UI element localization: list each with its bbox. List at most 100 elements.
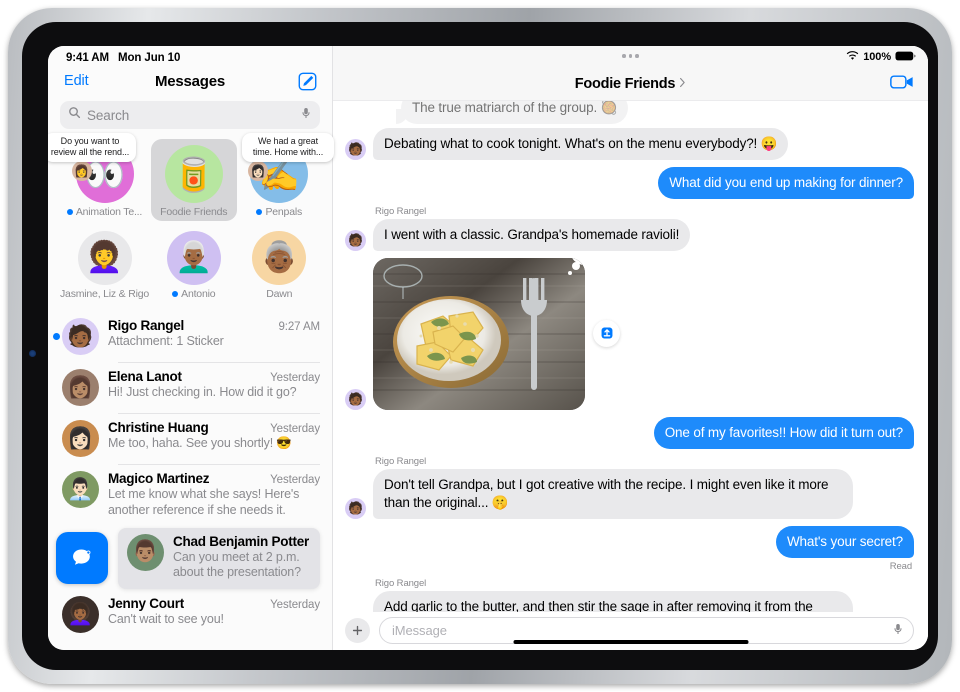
- conversation-timestamp: Yesterday: [270, 423, 320, 435]
- microphone-icon[interactable]: [892, 622, 904, 640]
- conversation-timestamp: Yesterday: [270, 372, 320, 384]
- message-bubble[interactable]: What's your secret?: [775, 525, 920, 558]
- plus-icon[interactable]: [345, 618, 370, 643]
- conversation-timestamp: Yesterday: [270, 474, 320, 486]
- message-row: 🧑🏾 💗: [345, 257, 914, 410]
- conversation-body: Magico Martinez Yesterday Let me know what…: [108, 471, 320, 519]
- home-indicator[interactable]: [513, 639, 748, 644]
- avatar: 👩‍🦱: [77, 231, 132, 285]
- pinned-label: Penpals: [265, 206, 303, 218]
- sidebar-navigation-bar: Edit Messages: [48, 67, 332, 99]
- conversation-preview: Hi! Just checking in. How did it go?: [108, 385, 297, 399]
- conversation-name: Elena Lanot: [108, 369, 182, 384]
- avatar: 🧑🏾: [345, 388, 366, 410]
- save-to-photos-icon[interactable]: [593, 319, 620, 347]
- conversation-body: Christine Huang Yesterday Me too, haha. Se…: [108, 420, 320, 452]
- message-row: What's your secret?: [345, 525, 920, 558]
- microphone-icon[interactable]: [300, 106, 312, 124]
- battery-percent: 100%: [863, 51, 891, 63]
- pinned-label-row: Jasmine, Liz & Rigo: [60, 288, 149, 300]
- message-bubble[interactable]: Debating what to cook tonight. What's on…: [367, 127, 789, 160]
- facetime-video-icon[interactable]: [890, 74, 914, 95]
- drag-and-drop-row[interactable]: 👨🏽 Chad Benjamin Potter Can you meet at 2 …: [48, 527, 332, 589]
- lifted-conversation-row[interactable]: 👨🏽 Chad Benjamin Potter Can you meet at 2 …: [118, 527, 320, 589]
- conversation-name: Rigo Rangel: [108, 318, 185, 333]
- conversation-name: Chad Benjamin Potter: [173, 533, 310, 549]
- search-input[interactable]: [87, 107, 294, 123]
- conversation-row[interactable]: 👨🏻‍💼 Magico Martinez Yesterday Let me know …: [48, 464, 332, 526]
- status-bar-left: 9:41 AM Mon Jun 10: [48, 46, 332, 67]
- conversation-row[interactable]: 👩🏽 Elena Lanot Yesterday Hi! Just checking …: [48, 362, 332, 413]
- avatar-secondary: 👩🏻: [248, 161, 269, 181]
- chat-title: Foodie Friends: [574, 76, 676, 92]
- pinned-label-row: Animation Te...: [66, 206, 142, 218]
- conversation-body: Rigo Rangel 9:27 AM Attachment: 1 Sticker: [108, 318, 320, 350]
- conversation-header: Elena Lanot Yesterday: [108, 369, 320, 384]
- chat-title-button[interactable]: Foodie Friends: [333, 75, 928, 93]
- pinned-conversation-5[interactable]: 👨🏾‍🦳 Antonio: [151, 225, 237, 303]
- avatar-secondary: 👩: [71, 161, 92, 181]
- conversation-preview: Let me know what she says! Here's anothe…: [108, 487, 300, 517]
- conversation-name: Jenny Court: [108, 596, 185, 611]
- avatar: 🧑🏾: [345, 497, 366, 519]
- search-field[interactable]: [60, 101, 320, 129]
- status-bar-right: 100%: [846, 50, 916, 64]
- conversation-header: Chad Benjamin Potter: [173, 534, 314, 549]
- photo-attachment[interactable]: 💗: [373, 257, 585, 410]
- avatar: 🧑🏾: [62, 318, 99, 355]
- message-bubble[interactable]: I went with a classic. Grandpa's homemad…: [367, 218, 691, 251]
- message-sender-name: Rigo Rangel: [375, 455, 427, 467]
- message-row: What did you end up making for dinner?: [345, 166, 919, 199]
- conversation-preview: Can't wait to see you!: [108, 612, 224, 626]
- pinned-preview-bubble: We had a great time. Home with...: [242, 133, 334, 162]
- composer-bar: [333, 612, 928, 650]
- avatar: 👩🏻: [62, 420, 99, 457]
- pinned-label: Dawn: [266, 288, 293, 300]
- pinned-conversation-4[interactable]: 👩‍🦱 Jasmine, Liz & Rigo: [58, 225, 151, 303]
- photo-message-wrapper: 💗: [373, 257, 620, 410]
- edit-button[interactable]: Edit: [64, 73, 89, 89]
- message-row: 🧑🏾 Don't tell Grandpa, but I got creative…: [345, 468, 914, 519]
- message-bubble[interactable]: The true matriarch of the group. 🥘: [395, 101, 629, 124]
- messages-scroll-area[interactable]: The true matriarch of the group. 🥘 🧑🏾 Deba…: [333, 101, 928, 612]
- pinned-label: Jasmine, Liz & Rigo: [60, 288, 149, 300]
- message-bubble[interactable]: One of my favorites!! How did it turn ou…: [653, 416, 920, 449]
- avatar: 👨🏾‍🦳: [166, 231, 221, 285]
- avatar: 👩🏾‍🦱: [62, 596, 99, 633]
- conversation-preview: Attachment: 1 Sticker: [108, 334, 224, 348]
- search-icon: [68, 106, 81, 124]
- conversation-row[interactable]: 👩🏻 Christine Huang Yesterday Me too, haha. …: [48, 413, 332, 464]
- multitasking-handle-icon[interactable]: [333, 54, 928, 58]
- avatar: 👵🏾: [252, 231, 307, 285]
- avatar-spacer: [345, 103, 366, 124]
- avatar: 🧑🏾: [345, 138, 366, 160]
- conversation-body: Jenny Court Yesterday Can't wait to see yo…: [108, 596, 320, 628]
- message-bubble[interactable]: Don't tell Grandpa, but I got creative w…: [368, 468, 853, 519]
- message-bubble[interactable]: Add garlic to the butter, and then stir …: [373, 590, 853, 612]
- chat-pane: 100% Foodie Friends The true matriarch o…: [333, 46, 928, 650]
- status-date: Mon Jun 10: [117, 52, 181, 64]
- pinned-label: Foodie Friends: [160, 206, 228, 218]
- pinned-conversation-2[interactable]: 🥫 Foodie Friends: [151, 139, 237, 221]
- conversation-row[interactable]: 👩🏾‍🦱 Jenny Court Yesterday Can't wait to se…: [48, 589, 332, 640]
- conversation-row[interactable]: 🧑🏾 Rigo Rangel 9:27 AM Attachment: 1 Sticke…: [48, 311, 332, 362]
- compose-icon[interactable]: [297, 71, 318, 92]
- pinned-conversation-1[interactable]: Do you want to review all the rend... 👀 👩 A…: [48, 133, 151, 221]
- conversation-list: 🧑🏾 Rigo Rangel 9:27 AM Attachment: 1 Sticke…: [48, 309, 332, 650]
- avatar: 👨🏻‍💼: [62, 471, 99, 508]
- unread-indicator: [66, 209, 73, 215]
- pinned-conversations-grid: Do you want to review all the rend... 👀 👩 A…: [48, 133, 334, 309]
- message-bubble[interactable]: What did you end up making for dinner?: [658, 166, 919, 199]
- unread-indicator: [172, 291, 179, 297]
- ipad-device-frame: 9:41 AM Mon Jun 10 Edit Messages Search …: [8, 8, 952, 684]
- pinned-conversation-3[interactable]: We had a great time. Home with... ✍️ 👩🏻 Pen…: [237, 133, 334, 221]
- imessage-input[interactable]: [392, 623, 892, 638]
- pinned-label-row: Antonio: [172, 288, 216, 300]
- pinned-label-row: Dawn: [266, 288, 292, 300]
- messages-app-icon[interactable]: [56, 532, 108, 585]
- read-receipt: Read: [889, 560, 912, 572]
- avatar: 👩🏽: [62, 369, 99, 406]
- pinned-conversation-6[interactable]: 👵🏾 Dawn: [237, 225, 323, 303]
- chat-navigation-bar: Foodie Friends: [333, 68, 928, 101]
- pinned-label-row: Foodie Friends: [160, 206, 227, 218]
